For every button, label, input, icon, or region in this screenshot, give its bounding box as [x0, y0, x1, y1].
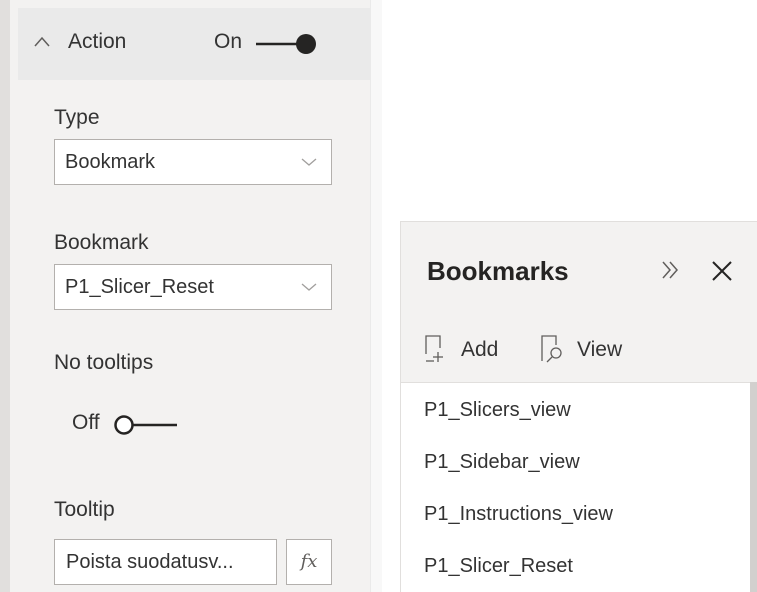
add-bookmark-icon	[425, 335, 443, 362]
view-bookmarks-label: View	[577, 338, 623, 361]
tooltip-input-value: Poista suodatusv...	[66, 551, 234, 573]
fx-icon: fx	[300, 551, 318, 572]
no-tooltips-toggle-state: Off	[72, 411, 100, 434]
chevron-up-icon[interactable]	[34, 34, 50, 50]
bookmark-label: Bookmark	[54, 231, 149, 254]
format-pane: Action On Type Bookmark Bookmark P1_Slic…	[0, 0, 382, 592]
bookmark-item[interactable]: P1_Sidebar_view	[424, 451, 580, 474]
type-dropdown-value: Bookmark	[65, 151, 156, 173]
pane-left-edge	[0, 0, 10, 592]
bookmarks-pane: Bookmarks Add View P1_Slicers_view P1_Si…	[400, 221, 757, 592]
type-dropdown[interactable]: Bookmark	[54, 139, 332, 185]
action-section-header[interactable]: Action On	[18, 8, 370, 80]
bookmark-dropdown[interactable]: P1_Slicer_Reset	[54, 264, 332, 310]
action-toggle-state: On	[214, 30, 243, 53]
bookmark-item[interactable]: P1_Slicer_Reset	[424, 555, 573, 578]
bookmark-list: P1_Slicers_view P1_Sidebar_view P1_Instr…	[401, 382, 751, 592]
chevron-down-icon	[301, 158, 317, 166]
pane-right-edge	[370, 0, 382, 592]
expand-icon[interactable]	[659, 258, 683, 282]
no-tooltips-label: No tooltips	[54, 351, 154, 374]
view-bookmark-icon	[541, 335, 562, 363]
bookmark-item[interactable]: P1_Slicers_view	[424, 399, 571, 422]
close-icon[interactable]	[711, 260, 733, 282]
type-label: Type	[54, 106, 100, 129]
action-section-title: Action	[68, 30, 127, 53]
add-bookmark-label: Add	[461, 338, 499, 361]
add-bookmark-button[interactable]: Add	[425, 335, 515, 367]
bookmark-list-scrollbar[interactable]	[750, 382, 757, 592]
chevron-down-icon	[301, 283, 317, 291]
tooltip-label: Tooltip	[54, 498, 115, 521]
fx-button[interactable]: fx	[286, 539, 332, 585]
no-tooltips-toggle-switch[interactable]	[113, 413, 177, 437]
bookmark-item[interactable]: P1_Instructions_view	[424, 503, 613, 526]
action-toggle-switch[interactable]	[256, 32, 318, 56]
bookmark-dropdown-value: P1_Slicer_Reset	[65, 276, 214, 298]
bookmarks-title: Bookmarks	[427, 256, 569, 286]
view-bookmarks-button[interactable]: View	[541, 335, 641, 367]
tooltip-input[interactable]: Poista suodatusv...	[54, 539, 277, 585]
